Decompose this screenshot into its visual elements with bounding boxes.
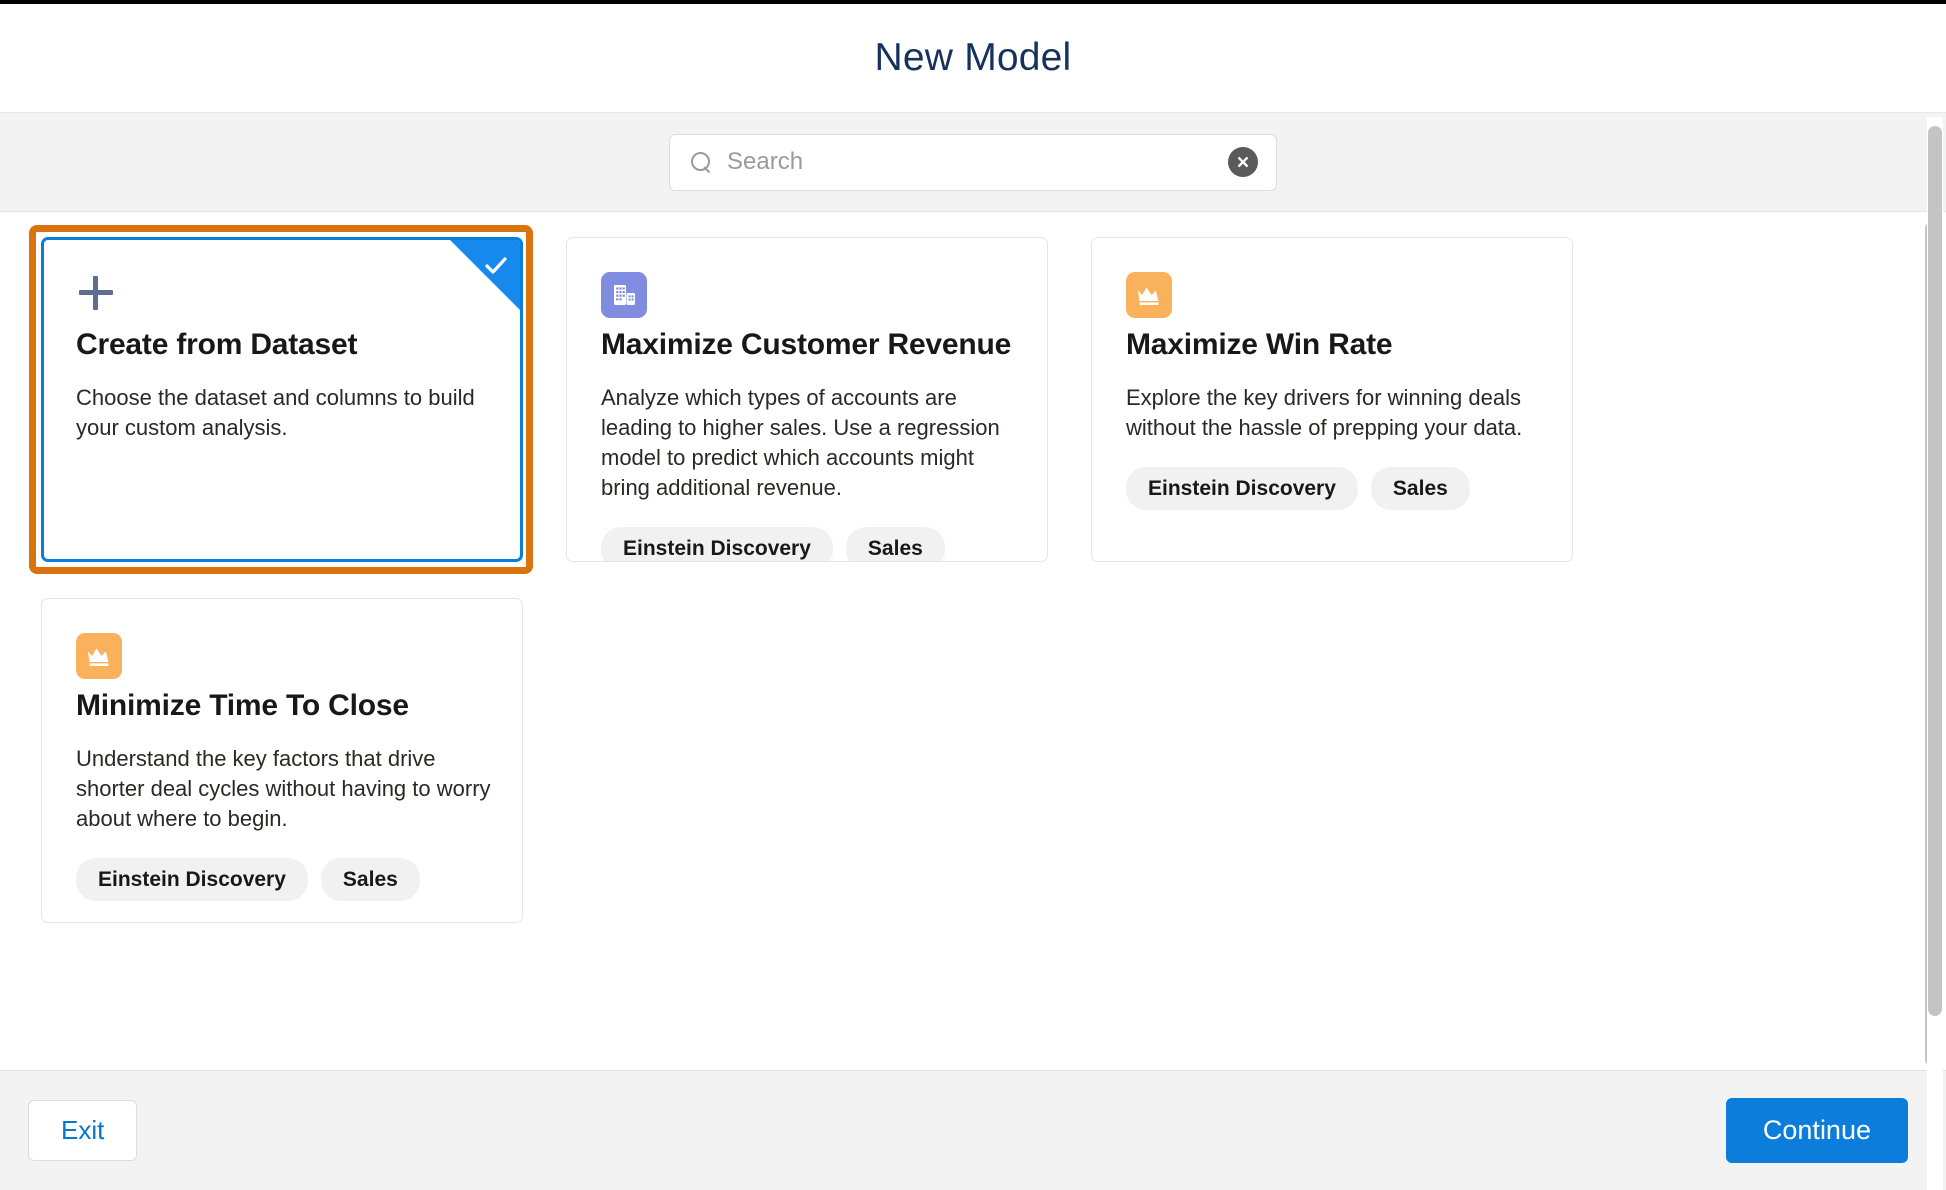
new-model-dialog: New Model Create from Dataset Choose the … (0, 0, 1946, 1190)
clear-circle-icon[interactable] (1228, 147, 1258, 177)
card-slot: Maximize Customer Revenue Analyze which t… (566, 237, 1048, 562)
card-description: Understand the key factors that drive sh… (76, 746, 491, 831)
dialog-scrollbar[interactable] (1927, 117, 1943, 1190)
search-icon (690, 151, 712, 173)
search-box[interactable] (669, 133, 1277, 191)
page-title: New Model (874, 36, 1072, 79)
card-title: Minimize Time To Close (76, 689, 409, 722)
card-tag: Einstein Discovery (76, 857, 308, 901)
card-tag: Einstein Discovery (601, 526, 833, 561)
dialog-header: New Model (0, 4, 1946, 113)
card-title: Maximize Customer Revenue (601, 328, 1012, 361)
card-title: Maximize Win Rate (1126, 328, 1393, 361)
dialog-scrollbar-thumb[interactable] (1928, 126, 1942, 1016)
building-icon (601, 272, 647, 318)
card-tag: Einstein Discovery (1126, 466, 1358, 510)
model-template-card[interactable]: Maximize Win Rate Explore the key drivers… (1091, 237, 1573, 562)
card-tag-row: Einstein Discovery Sales (76, 857, 492, 901)
card-description: Analyze which types of accounts are lead… (601, 385, 1000, 500)
card-slot: Minimize Time To Close Understand the key… (41, 598, 523, 923)
card-tag: Sales (320, 857, 420, 901)
card-title: Create from Dataset (76, 328, 358, 361)
model-template-card[interactable]: Create from Dataset Choose the dataset an… (41, 237, 523, 562)
dialog-footer: Exit Continue (0, 1070, 1946, 1190)
model-template-card[interactable]: Maximize Customer Revenue Analyze which t… (566, 237, 1048, 562)
card-grid: Create from Dataset Choose the dataset an… (0, 212, 1911, 959)
crown-icon (1126, 272, 1172, 318)
card-description: Explore the key drivers for winning deal… (1126, 385, 1523, 440)
card-tag: Sales (845, 526, 945, 561)
plus-icon (76, 272, 122, 318)
check-icon (482, 252, 510, 285)
search-input[interactable] (727, 148, 1228, 176)
card-description: Choose the dataset and columns to build … (76, 385, 475, 440)
card-tag-row: Einstein Discovery Sales (1126, 466, 1542, 510)
search-strip (0, 113, 1946, 212)
card-slot: Maximize Win Rate Explore the key drivers… (1091, 237, 1573, 562)
card-tag-row: Einstein Discovery Sales (601, 526, 1017, 561)
model-template-card[interactable]: Minimize Time To Close Understand the key… (41, 598, 523, 923)
template-gallery: Create from Dataset Choose the dataset an… (0, 212, 1946, 1070)
continue-button[interactable]: Continue (1725, 1097, 1908, 1164)
card-slot: Create from Dataset Choose the dataset an… (29, 225, 533, 574)
card-tag: Sales (1370, 466, 1470, 510)
crown-icon (76, 633, 122, 679)
exit-button[interactable]: Exit (28, 1099, 138, 1162)
